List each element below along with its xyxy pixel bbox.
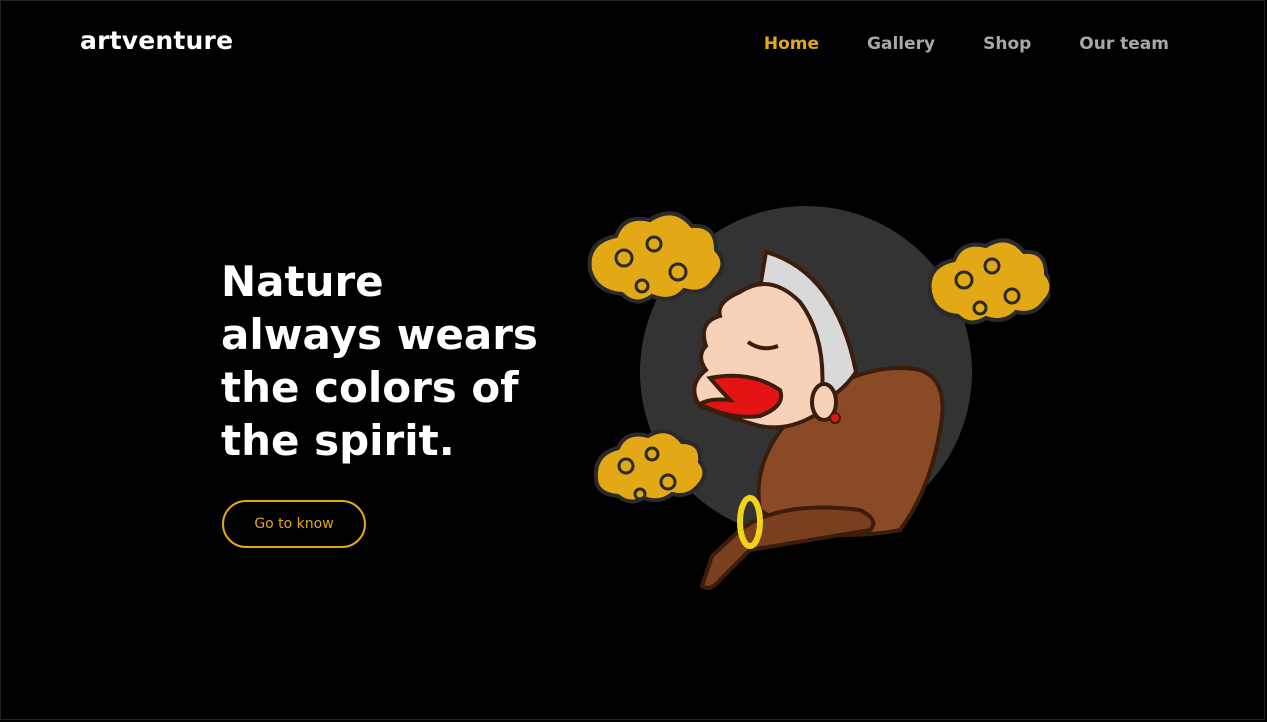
- nav-item-gallery[interactable]: Gallery: [867, 34, 935, 54]
- main-nav: Home Gallery Shop Our team: [764, 34, 1169, 54]
- cloud-icon: [587, 211, 725, 304]
- nav-item-our-team[interactable]: Our team: [1079, 34, 1169, 54]
- hero-headline: Nature always wears the colors of the sp…: [221, 257, 538, 465]
- nav-item-shop[interactable]: Shop: [983, 34, 1031, 54]
- nav-item-home[interactable]: Home: [764, 34, 819, 54]
- go-to-know-button[interactable]: Go to know: [222, 500, 366, 548]
- cloud-icon: [927, 238, 1050, 325]
- brand-logo[interactable]: artventure: [80, 26, 233, 55]
- earring-icon: [829, 412, 841, 424]
- cloud-icon: [593, 429, 707, 504]
- figure-arm: [699, 505, 876, 590]
- hero-illustration: [587, 206, 1050, 590]
